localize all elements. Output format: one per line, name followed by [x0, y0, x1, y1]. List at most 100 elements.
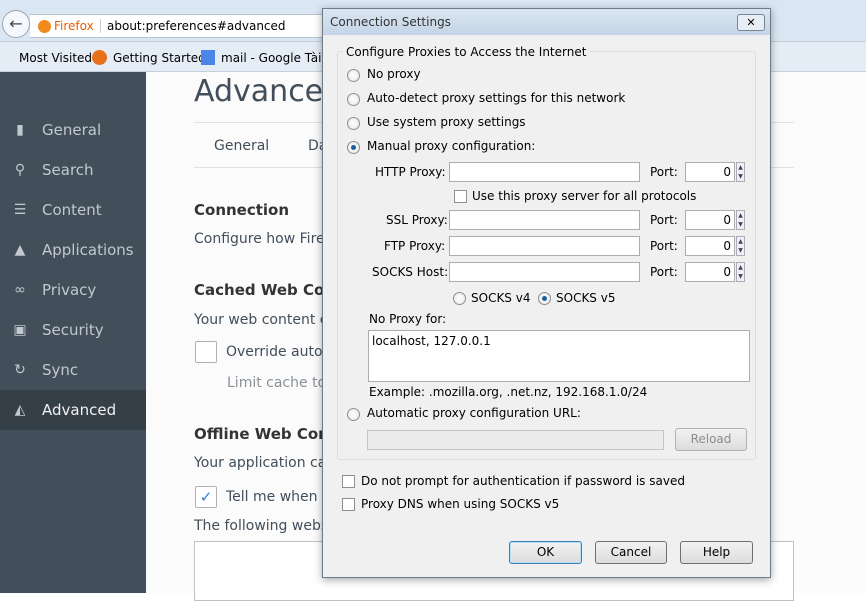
http-proxy-input[interactable] — [449, 162, 640, 182]
sidebar-item-content[interactable]: ☰ Content — [0, 190, 146, 230]
sidebar-item-security[interactable]: ▣ Security — [0, 310, 146, 350]
docs-icon — [201, 50, 215, 65]
back-button[interactable]: ← — [2, 10, 30, 38]
bookmark-getting-started[interactable]: Getting Started — [113, 51, 206, 65]
no-proxy-label: No proxy — [367, 67, 421, 81]
override-cache-checkbox[interactable] — [195, 341, 217, 363]
general-icon: ▮ — [16, 122, 24, 138]
http-proxy-label: HTTP Proxy: — [375, 165, 446, 179]
sidebar-item-general[interactable]: ▮ General — [0, 110, 146, 150]
reload-button[interactable]: Reload — [675, 428, 747, 451]
http-port-spinner[interactable]: ▲ ▼ — [736, 162, 745, 182]
identity-label: Firefox — [54, 19, 94, 33]
port-label: Port: — [650, 213, 678, 227]
auto-detect-label: Auto-detect proxy settings for this netw… — [367, 91, 626, 105]
port-label: Port: — [650, 239, 678, 253]
port-label: Port: — [650, 265, 678, 279]
offline-heading: Offline Web Cont — [194, 425, 337, 443]
sidebar-item-label: Advanced — [42, 401, 117, 419]
socks-v5-label: SOCKS v5 — [556, 291, 616, 305]
socks-host-input[interactable] — [449, 262, 640, 282]
proxy-dns-checkbox[interactable] — [342, 498, 355, 511]
tell-me-checkbox[interactable]: ✓ — [195, 486, 217, 508]
auto-url-label: Automatic proxy configuration URL: — [367, 406, 581, 420]
proxy-dns-label: Proxy DNS when using SOCKS v5 — [361, 497, 560, 511]
content-icon: ☰ — [13, 202, 27, 218]
limit-cache-label: Limit cache to — [227, 375, 327, 391]
cache-heading: Cached Web Con — [194, 281, 335, 299]
connection-text: Configure how Firef — [194, 231, 330, 247]
url-text[interactable]: about:preferences#advanced — [100, 19, 286, 33]
help-button[interactable]: Help — [680, 541, 753, 564]
sidebar-item-label: General — [42, 121, 102, 139]
ftp-proxy-label: FTP Proxy: — [384, 239, 446, 253]
search-icon: ⚲ — [14, 162, 26, 178]
bookmark-most-visited[interactable]: Most Visited — [19, 51, 92, 65]
ssl-proxy-input[interactable] — [449, 210, 640, 230]
firefox-icon — [38, 20, 51, 33]
ssl-port-input[interactable]: 0 — [685, 210, 735, 230]
sidebar-item-label: Privacy — [42, 281, 97, 299]
ssl-port-spinner[interactable]: ▲ ▼ — [736, 210, 745, 230]
ftp-proxy-input[interactable] — [449, 236, 640, 256]
auto-url-input[interactable] — [367, 430, 664, 450]
offline-text: Your application ca — [194, 455, 327, 471]
dialog-titlebar: Connection Settings ✕ — [323, 9, 770, 35]
wizard-hat-icon: ◭ — [14, 402, 26, 418]
cancel-button[interactable]: Cancel — [595, 541, 667, 564]
sidebar-item-label: Content — [42, 201, 102, 219]
sidebar-item-search[interactable]: ⚲ Search — [0, 150, 146, 190]
sidebar-item-label: Sync — [42, 361, 79, 379]
sidebar-item-label: Applications — [42, 241, 134, 259]
rocket-icon: ▲ — [14, 242, 26, 258]
share-proxy-checkbox[interactable] — [454, 190, 467, 203]
socks-port-input[interactable]: 0 — [685, 262, 735, 282]
lock-icon: ▣ — [13, 322, 27, 338]
ftp-port-input[interactable]: 0 — [685, 236, 735, 256]
following-text: The following webs — [194, 518, 329, 534]
manual-proxy-label: Manual proxy configuration: — [367, 139, 536, 153]
sync-icon: ↻ — [14, 362, 26, 378]
ssl-proxy-label: SSL Proxy: — [386, 213, 448, 227]
socks-v4-radio[interactable] — [453, 292, 466, 305]
sidebar-item-label: Search — [42, 161, 94, 179]
socks-host-label: SOCKS Host: — [372, 265, 449, 279]
no-proxy-textarea[interactable]: localhost, 127.0.0.1 — [368, 330, 750, 382]
sidebar-item-privacy[interactable]: ∞ Privacy — [0, 270, 146, 310]
share-proxy-label: Use this proxy server for all protocols — [472, 189, 697, 203]
auto-url-radio[interactable] — [347, 408, 360, 421]
tell-me-label: Tell me when a — [226, 489, 331, 505]
socks-v5-radio[interactable] — [538, 292, 551, 305]
no-prompt-label: Do not prompt for authentication if pass… — [361, 474, 685, 488]
override-label: Override autor — [226, 344, 329, 360]
sidebar-item-applications[interactable]: ▲ Applications — [0, 230, 146, 270]
tab-general[interactable]: General — [214, 138, 269, 154]
system-proxy-label: Use system proxy settings — [367, 115, 526, 129]
auto-detect-radio[interactable] — [347, 93, 360, 106]
connection-settings-dialog: Connection Settings ✕ Configure Proxies … — [322, 8, 771, 578]
no-prompt-checkbox[interactable] — [342, 475, 355, 488]
sidebar-item-label: Security — [42, 321, 104, 339]
group-label: Configure Proxies to Access the Internet — [343, 45, 590, 59]
no-proxy-label: No Proxy for: — [369, 312, 447, 326]
bookmark-mail[interactable]: mail - Google Tài li — [221, 51, 332, 65]
example-text: Example: .mozilla.org, .net.nz, 192.168.… — [369, 385, 648, 399]
sidebar-item-sync[interactable]: ↻ Sync — [0, 350, 146, 390]
ok-button[interactable]: OK — [509, 541, 582, 564]
page-title: Advanced — [194, 74, 343, 109]
no-proxy-radio[interactable] — [347, 69, 360, 82]
url-bar[interactable]: Firefox about:preferences#advanced — [30, 14, 330, 38]
close-icon[interactable]: ✕ — [737, 14, 765, 31]
ftp-port-spinner[interactable]: ▲ ▼ — [736, 236, 745, 256]
http-port-input[interactable]: 0 — [685, 162, 735, 182]
sidebar-item-advanced[interactable]: ◭ Advanced — [0, 390, 146, 430]
port-label: Port: — [650, 165, 678, 179]
connection-heading: Connection — [194, 201, 290, 219]
cache-text: Your web content c — [194, 312, 328, 328]
manual-proxy-radio[interactable] — [347, 141, 360, 154]
system-proxy-radio[interactable] — [347, 117, 360, 130]
mask-icon: ∞ — [14, 282, 26, 298]
sidebar: ▮ General ⚲ Search ☰ Content ▲ Applications ∞ Pri… — [0, 72, 146, 593]
socks-port-spinner[interactable]: ▲ ▼ — [736, 262, 745, 282]
socks-v4-label: SOCKS v4 — [471, 291, 531, 305]
